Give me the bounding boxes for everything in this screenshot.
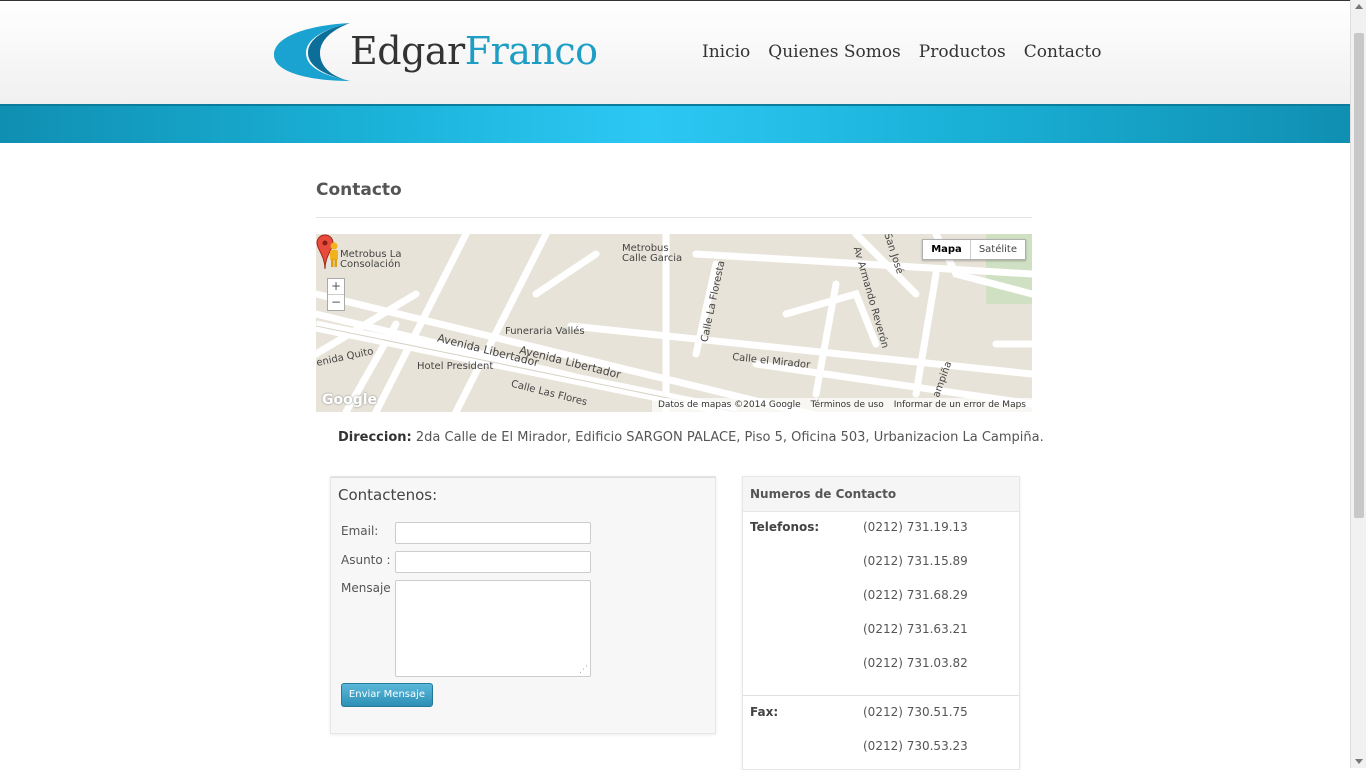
site-logo[interactable]: EdgarFranco <box>272 21 598 83</box>
nav-productos[interactable]: Productos <box>919 42 1006 62</box>
nav-quienes-somos[interactable]: Quienes Somos <box>768 42 900 62</box>
street-view-pegman-icon[interactable] <box>327 242 341 268</box>
nav-contacto[interactable]: Contacto <box>1024 42 1102 62</box>
fax-number: (0212) 730.53.23 <box>863 739 968 753</box>
map-label-funeraria: Funeraria Vallés <box>505 326 585 337</box>
logo-text: EdgarFranco <box>350 29 598 73</box>
address-label: Direccion: <box>338 430 412 445</box>
phone-number: (0212) 731.68.29 <box>863 588 968 602</box>
contact-numbers-panel: Numeros de Contacto Telefonos: (0212) 73… <box>742 476 1020 770</box>
page-title: Contacto <box>316 180 402 200</box>
map-label-metrobus-consolacion: Metrobus La Consolación <box>340 249 402 270</box>
location-map[interactable]: Metrobus La Consolación Metrobus Calle G… <box>316 234 1032 412</box>
map-label-hotel: Hotel President <box>417 361 494 372</box>
contact-numbers-title: Numeros de Contacto <box>743 477 1019 512</box>
phone-number: (0212) 731.15.89 <box>863 554 968 568</box>
contact-form: Contactenos: Email: Asunto : Mensaje ⋰ E… <box>330 476 716 734</box>
zoom-out-button[interactable]: − <box>328 294 344 310</box>
send-message-button[interactable]: Enviar Mensaje <box>341 683 433 707</box>
zoom-in-button[interactable]: + <box>328 279 344 294</box>
address-line: Direccion: 2da Calle de El Mirador, Edif… <box>338 430 1044 445</box>
header-band <box>0 104 1350 143</box>
map-data-credit: Datos de mapas ©2014 Google <box>657 400 801 410</box>
google-logo[interactable]: Google <box>322 392 377 408</box>
logo-text-part1: Edgar <box>350 29 465 73</box>
numbers-divider <box>743 695 1019 696</box>
message-textarea[interactable]: ⋰ <box>395 580 591 677</box>
email-field[interactable] <box>395 522 591 544</box>
page-scrollbar[interactable] <box>1350 0 1366 768</box>
phone-number: (0212) 731.19.13 <box>863 520 968 534</box>
logo-swoosh-icon <box>274 23 350 81</box>
phone-number: (0212) 731.63.21 <box>863 622 968 636</box>
email-label: Email: <box>341 524 379 538</box>
map-footer: Datos de mapas ©2014 Google Términos de … <box>651 398 1032 412</box>
title-divider <box>316 217 1032 218</box>
map-label-metrobus-garcia: Metrobus Calle Garcia <box>622 243 683 264</box>
fax-number: (0212) 730.51.75 <box>863 705 968 719</box>
map-report-error-link[interactable]: Informar de un error de Maps <box>894 400 1026 410</box>
scroll-thumb[interactable] <box>1354 33 1364 518</box>
phone-number: (0212) 731.03.82 <box>863 656 968 670</box>
message-label: Mensaje <box>341 581 391 595</box>
site-header: EdgarFranco Inicio Quienes Somos Product… <box>0 0 1350 104</box>
subject-label: Asunto : <box>341 553 391 567</box>
phones-label: Telefonos: <box>750 520 820 534</box>
fax-label: Fax: <box>750 705 779 719</box>
subject-field[interactable] <box>395 551 591 573</box>
scroll-down-icon[interactable] <box>1355 759 1363 764</box>
form-title: Contactenos: <box>338 486 438 504</box>
map-type-mapa[interactable]: Mapa <box>923 240 971 259</box>
form-top-rule <box>331 477 715 478</box>
map-zoom-control: + − <box>327 278 345 311</box>
scroll-up-icon[interactable] <box>1355 4 1363 9</box>
resize-grip-icon[interactable]: ⋰ <box>579 665 589 675</box>
main-nav: Inicio Quienes Somos Productos Contacto <box>702 42 1101 62</box>
map-terms-link[interactable]: Términos de uso <box>811 400 884 410</box>
logo-text-part2: Franco <box>464 29 598 73</box>
map-type-satelite[interactable]: Satélite <box>971 240 1025 259</box>
nav-inicio[interactable]: Inicio <box>702 42 750 62</box>
map-type-control: Mapa Satélite <box>922 239 1026 260</box>
address-text: 2da Calle de El Mirador, Edificio SARGON… <box>415 430 1044 445</box>
